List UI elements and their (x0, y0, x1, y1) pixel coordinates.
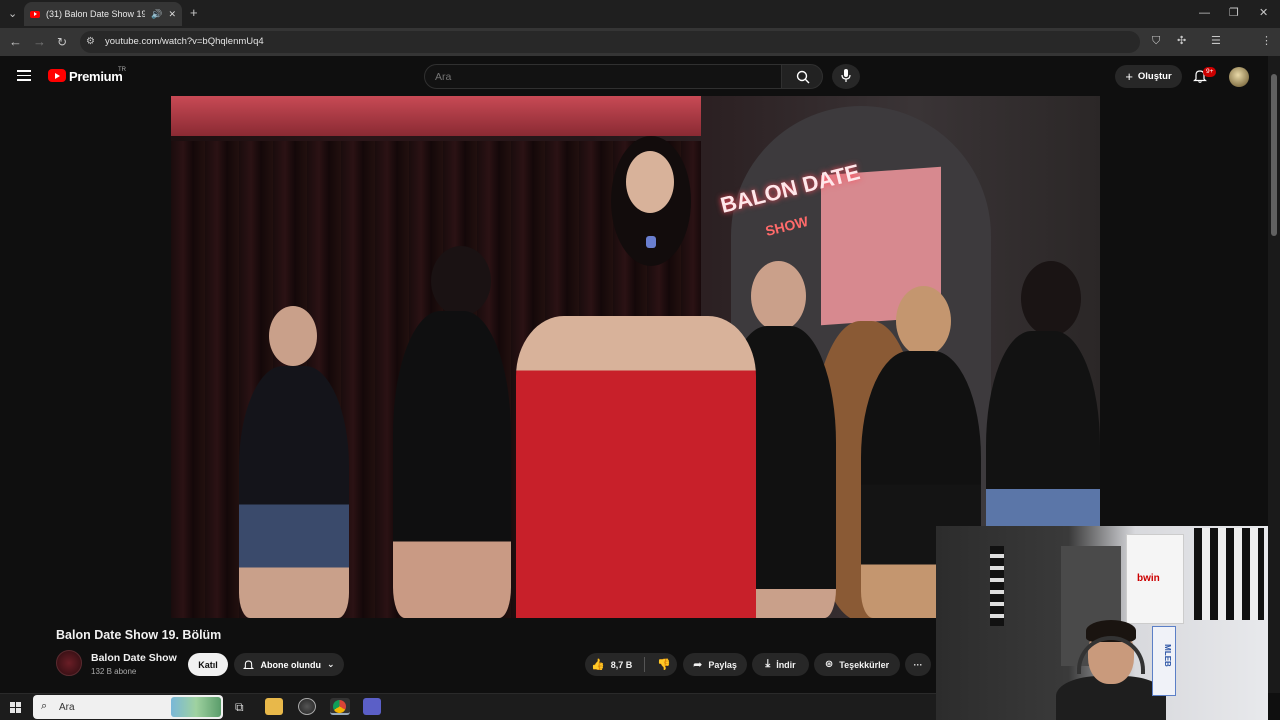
browser-tab[interactable]: (31) Balon Date Show 19. Bölüm 🔊 ✕ (24, 2, 182, 26)
chrome-taskbar-button[interactable] (330, 698, 350, 715)
milan-jersey: bwin (1126, 534, 1184, 624)
thanks-label: Teşekkürler (839, 659, 890, 670)
new-tab-icon[interactable]: + (190, 6, 198, 19)
taskbar-search-icon: ⌕ (41, 700, 48, 712)
microphone (646, 236, 656, 248)
stage-ceiling (171, 96, 701, 136)
taskbar-search-placeholder: Ara (59, 701, 75, 713)
hanging-scarf (990, 546, 1004, 626)
region-code: TR (118, 67, 126, 73)
minimize-icon[interactable]: — (1199, 7, 1210, 19)
notification-count-badge: 9+ (1203, 67, 1217, 77)
chevron-down-icon: ⌄ (326, 659, 335, 669)
account-avatar[interactable] (1229, 67, 1249, 87)
channel-avatar[interactable] (56, 650, 82, 676)
contestant-1 (239, 366, 349, 618)
singer-red-dress (516, 316, 756, 618)
download-icon: ⤓ (765, 658, 771, 670)
join-button[interactable]: Katıl (188, 653, 228, 676)
search-input[interactable] (424, 64, 782, 89)
share-label: Paylaş (708, 659, 737, 670)
create-button[interactable]: + Oluştur (1115, 65, 1182, 88)
plus-icon: + (1125, 69, 1133, 84)
contestant-2-hair (431, 246, 491, 316)
contestant-1-head (269, 306, 317, 366)
task-view-icon[interactable]: ⧉ (232, 698, 250, 715)
like-dislike-group: 👍 8,7 B 👎 (585, 653, 677, 676)
dislike-icon[interactable]: 👎 (657, 658, 671, 671)
microphone-icon (841, 69, 851, 82)
singer-face (626, 151, 674, 213)
site-info-icon[interactable]: ⚙ (86, 36, 95, 48)
more-actions-button[interactable]: ··· (905, 653, 931, 676)
close-tab-icon[interactable]: ✕ (168, 9, 176, 20)
forward-icon[interactable]: → (33, 35, 46, 48)
browser-menu-icon[interactable]: ⋮ (1261, 35, 1272, 47)
youtube-favicon-icon (30, 10, 40, 18)
scarf-text: MLEB (1162, 644, 1172, 667)
youtube-logo-icon[interactable] (48, 69, 66, 82)
search-button[interactable] (781, 64, 823, 89)
like-count[interactable]: 8,7 B (611, 660, 633, 670)
more-horizontal-icon: ··· (913, 659, 923, 670)
taskbar-search-box[interactable]: ⌕ Ara (33, 695, 223, 719)
media-control-icon[interactable]: ☰ (1211, 35, 1221, 47)
back-icon[interactable]: ← (9, 35, 22, 48)
super-thanks-icon: ⊛ (824, 659, 834, 670)
browser-tab-bar: ⌄ (31) Balon Date Show 19. Bölüm 🔊 ✕ + —… (0, 0, 1280, 28)
close-window-icon[interactable]: ✕ (1259, 7, 1268, 19)
share-button[interactable]: ➦ Paylaş (683, 653, 747, 676)
thanks-button[interactable]: ⊛ Teşekkürler (814, 653, 900, 676)
hamburger-menu-icon[interactable] (17, 70, 31, 81)
restore-icon[interactable]: ❐ (1229, 7, 1239, 19)
teams-icon[interactable] (363, 698, 381, 715)
search-highlight-image (171, 697, 221, 717)
subscriber-count: 132 B abone (91, 667, 137, 676)
contestant-2 (393, 311, 511, 618)
chrome-icon (333, 700, 346, 713)
windows-start-icon[interactable] (10, 702, 21, 713)
youtube-premium-logo[interactable]: Premium (69, 69, 123, 84)
like-icon[interactable]: 👍 (591, 658, 605, 671)
like-divider (644, 657, 646, 672)
striped-jersey (1194, 528, 1264, 620)
scrollbar-thumb[interactable] (1271, 74, 1277, 236)
blue-scarf: MLEB (1152, 626, 1176, 696)
voice-search-button[interactable] (832, 64, 860, 89)
audio-playing-icon[interactable]: 🔊 (151, 9, 162, 20)
extension-shield-icon[interactable]: ⛉ (1152, 35, 1160, 47)
contestant-4-head (751, 261, 806, 331)
contestant-6-hair (1021, 261, 1081, 336)
reload-icon[interactable]: ↻ (57, 36, 67, 48)
search-icon (796, 70, 810, 84)
download-label: İndir (776, 659, 796, 670)
video-title: Balon Date Show 19. Bölüm (56, 628, 222, 642)
channel-name[interactable]: Balon Date Show (91, 652, 177, 664)
webcam-overlay: bwin MLEB (936, 526, 1268, 720)
subscribed-button[interactable]: Abone olundu ⌄ (234, 653, 344, 676)
subscribed-label: Abone olundu (260, 659, 321, 670)
extensions-icon[interactable]: ✣ (1177, 35, 1186, 47)
jersey-sponsor-text: bwin (1137, 573, 1160, 584)
share-arrow-icon: ➦ (693, 659, 703, 671)
contestant-5-head (896, 286, 951, 356)
bell-icon (243, 660, 255, 669)
create-label: Oluştur (1137, 71, 1172, 82)
tab-search-icon[interactable]: ⌄ (8, 8, 17, 20)
download-button[interactable]: ⤓ İndir (752, 653, 809, 676)
clock-app-icon[interactable] (298, 698, 316, 715)
tab-title: (31) Balon Date Show 19. Bölüm (46, 9, 146, 19)
file-explorer-icon[interactable] (265, 698, 283, 715)
url-text[interactable]: youtube.com/watch?v=bQhqlenmUq4 (105, 36, 264, 47)
